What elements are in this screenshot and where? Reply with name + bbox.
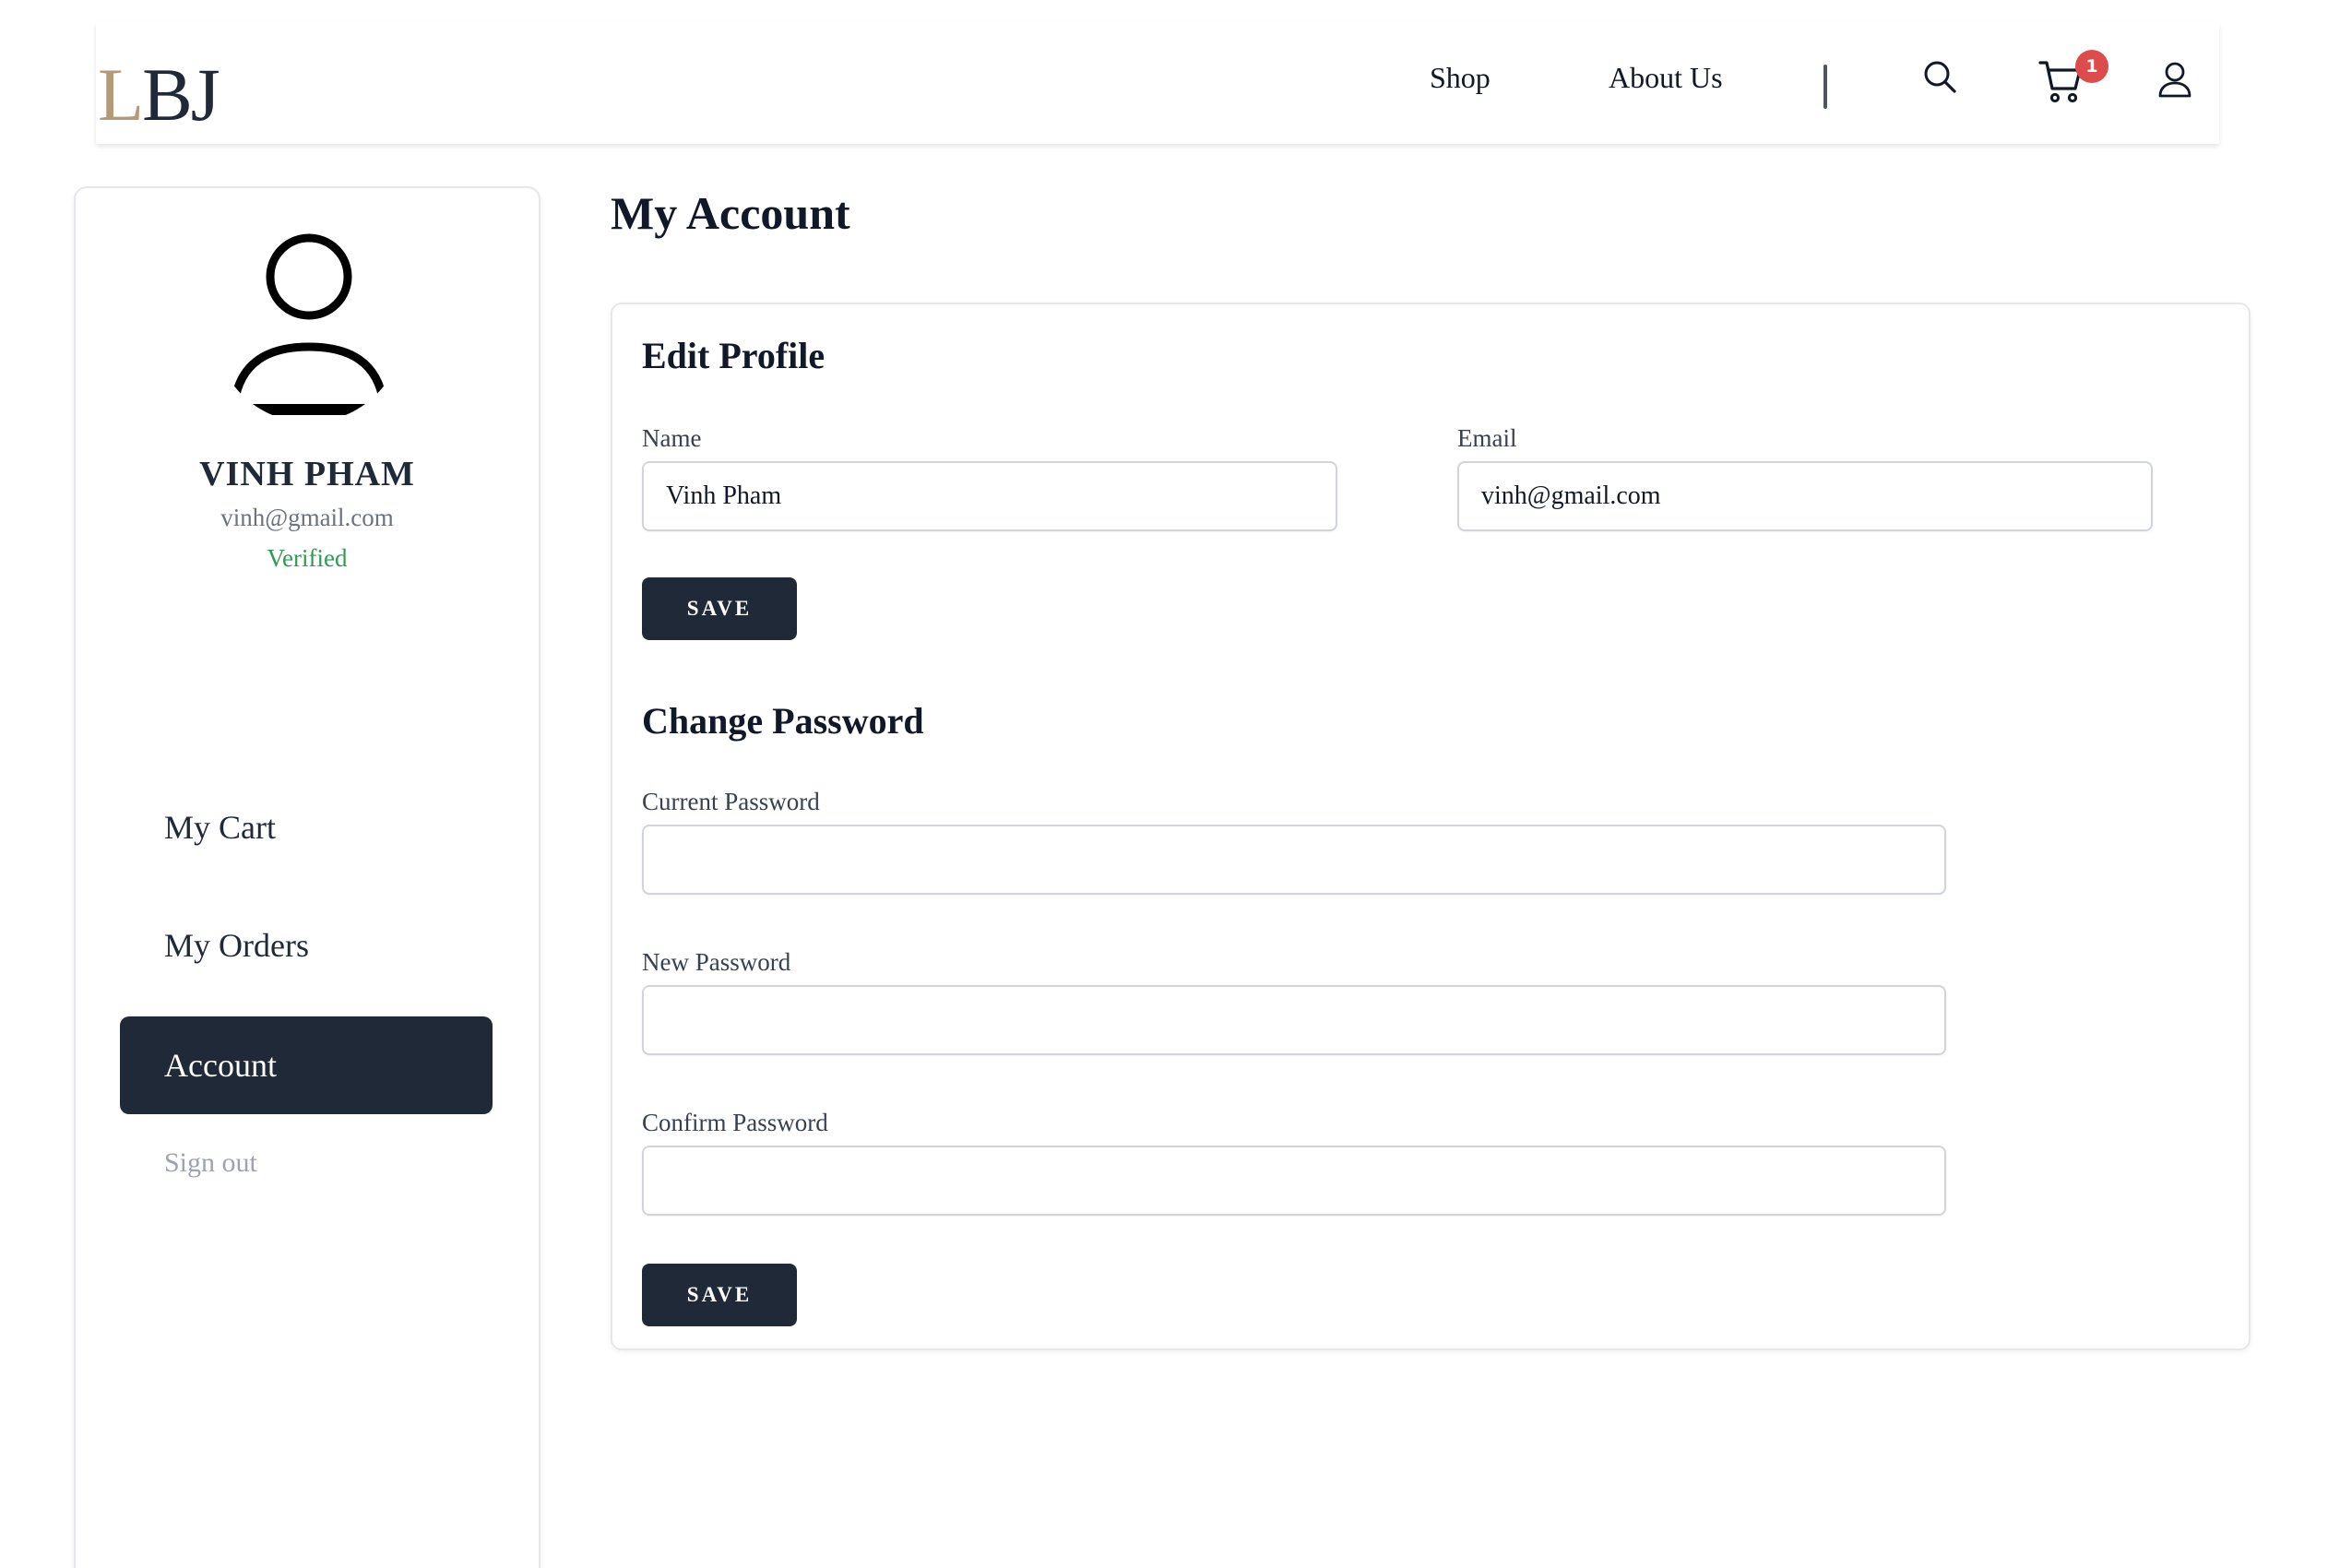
cart-count-badge: 1	[2075, 50, 2108, 83]
sign-out-link[interactable]: Sign out	[164, 1147, 257, 1179]
email-label: Email	[1457, 424, 1517, 452]
account-button[interactable]	[2149, 55, 2201, 107]
current-password-label: Current Password	[642, 788, 820, 815]
verified-status: Verified	[267, 544, 348, 572]
change-password-heading: Change Password	[642, 700, 924, 742]
new-password-field[interactable]	[642, 985, 1946, 1055]
save-password-button[interactable]: SAVE	[642, 1264, 797, 1326]
email-field[interactable]	[1457, 461, 2153, 531]
confirm-password-label: Confirm Password	[642, 1109, 828, 1136]
save-profile-button[interactable]: SAVE	[642, 577, 797, 640]
account-sidebar: VINH PHAM vinh@gmail.com Verified My Car…	[74, 186, 540, 1568]
account-settings-card: Edit Profile Name Email SAVE Change Pass…	[611, 303, 2251, 1350]
brand-logo[interactable]: LBJ	[98, 57, 220, 133]
search-icon	[1924, 61, 1956, 93]
search-button[interactable]	[1915, 53, 1966, 105]
name-label: Name	[642, 424, 702, 452]
name-field[interactable]	[642, 461, 1337, 531]
avatar	[214, 232, 404, 422]
user-name: VINH PHAM	[199, 455, 415, 493]
logo-rest: BJ	[142, 53, 220, 137]
sidebar-item-account[interactable]: Account	[120, 1016, 493, 1114]
user-email: vinh@gmail.com	[220, 504, 394, 531]
nav-divider	[1823, 65, 1827, 109]
confirm-password-field[interactable]	[642, 1146, 1946, 1216]
user-avatar-icon	[214, 232, 404, 422]
nav-link-about-us[interactable]: About Us	[1609, 61, 1723, 95]
logo-first-letter: L	[98, 53, 144, 137]
new-password-label: New Password	[642, 948, 791, 976]
nav-link-shop[interactable]: Shop	[1430, 61, 1491, 95]
current-password-field[interactable]	[642, 825, 1946, 895]
sidebar-item-my-orders[interactable]: My Orders	[120, 897, 493, 994]
top-navbar: LBJ Shop About Us 1	[96, 22, 2219, 144]
sidebar-item-my-cart[interactable]: My Cart	[120, 778, 493, 876]
page-title: My Account	[611, 187, 850, 239]
edit-profile-heading: Edit Profile	[642, 335, 825, 376]
user-icon	[2158, 62, 2191, 98]
